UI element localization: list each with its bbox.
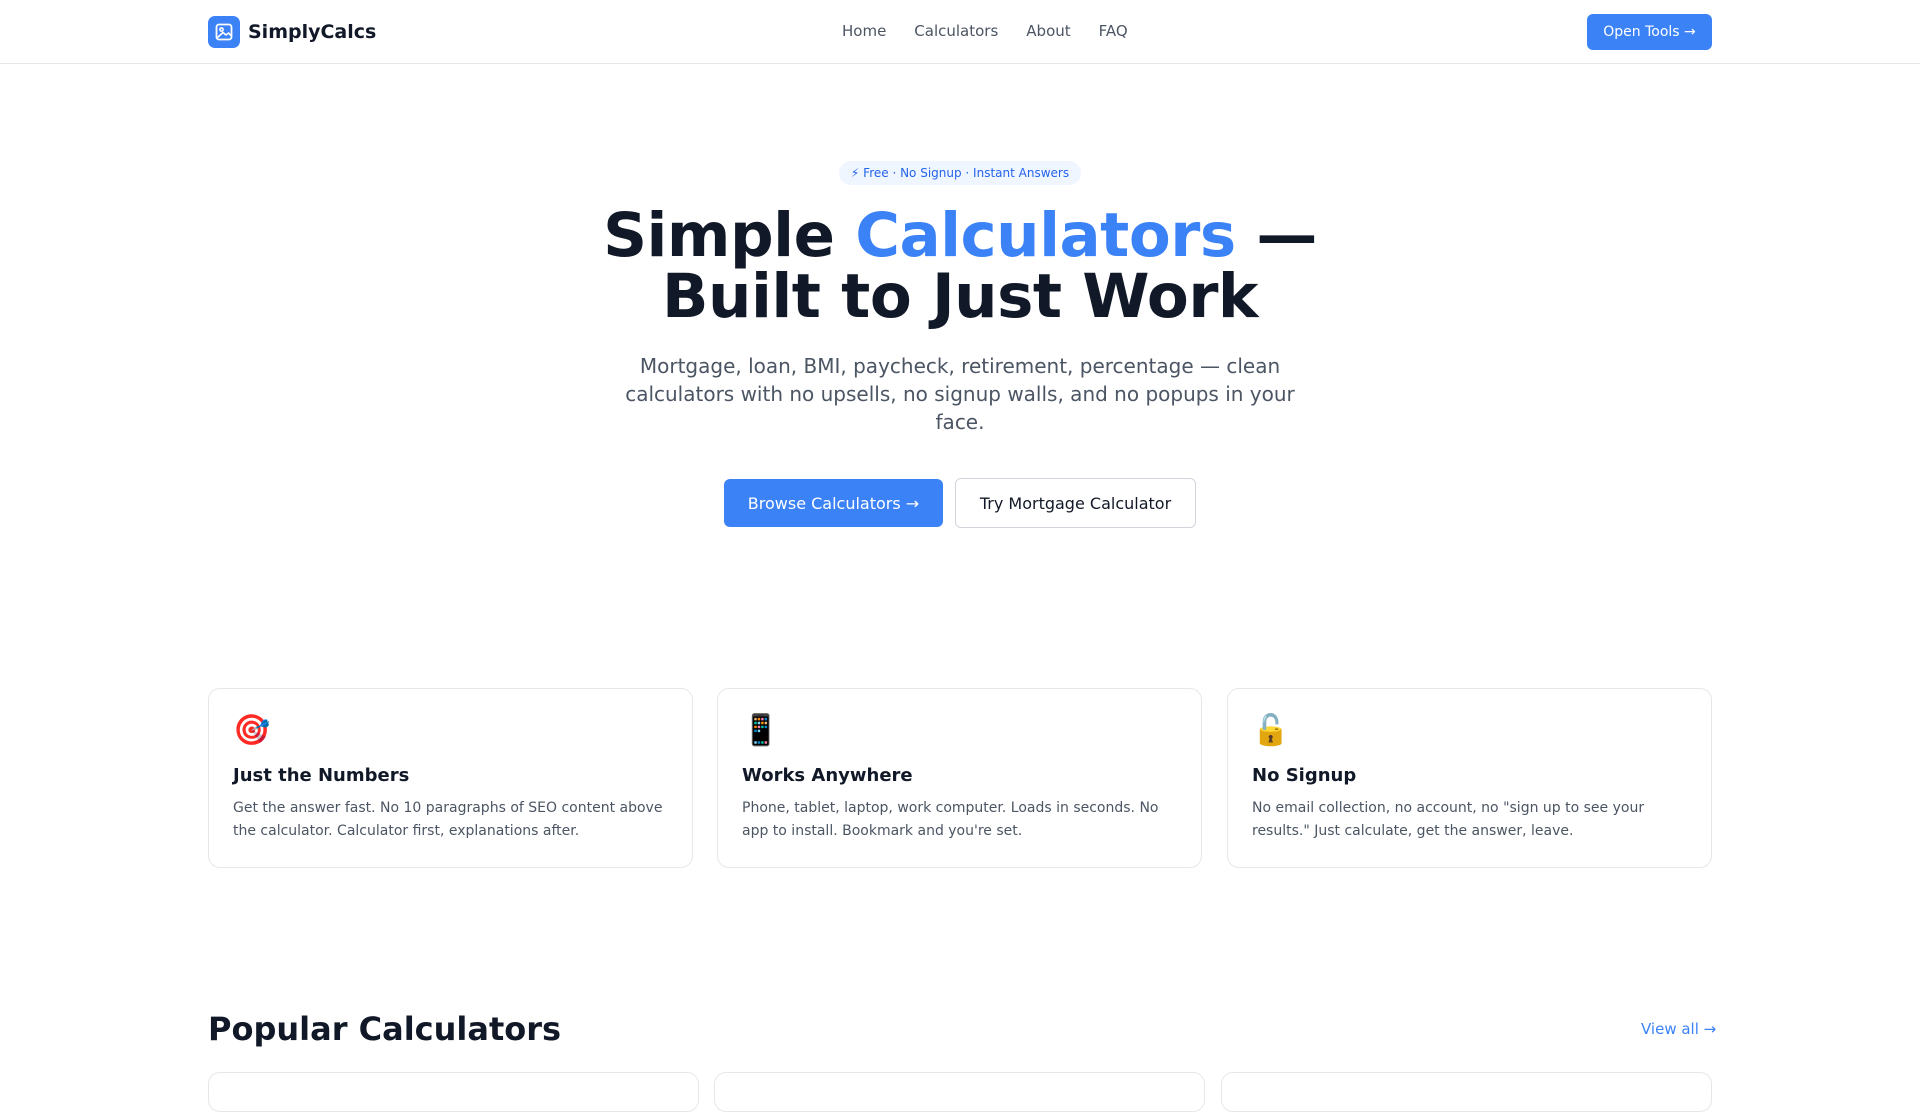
nav-link-calculators[interactable]: Calculators <box>914 22 998 40</box>
calculator-card[interactable] <box>1221 1072 1712 1112</box>
calculator-card[interactable] <box>208 1072 699 1112</box>
feature-card-just-the-numbers: 🎯 Just the Numbers Get the answer fast. … <box>208 688 693 868</box>
unlocked-icon: 🔓 <box>1252 713 1290 748</box>
image-icon <box>208 16 240 48</box>
try-mortgage-calculator-button[interactable]: Try Mortgage Calculator <box>955 478 1196 528</box>
target-icon: 🎯 <box>233 713 271 748</box>
feature-title: Works Anywhere <box>742 765 913 786</box>
brand-name: SimplyCalcs <box>248 21 377 43</box>
nav-link-about[interactable]: About <box>1026 22 1070 40</box>
hero-title: Simple Calculators — Built to Just Work <box>560 205 1360 327</box>
open-tools-button[interactable]: Open Tools → <box>1587 14 1712 50</box>
feature-card-works-anywhere: 📱 Works Anywhere Phone, tablet, laptop, … <box>717 688 1202 868</box>
hero-subtitle: Mortgage, loan, BMI, paycheck, retiremen… <box>625 354 1295 434</box>
brand[interactable]: SimplyCalcs <box>208 16 376 48</box>
nav-link-home[interactable]: Home <box>842 22 886 40</box>
hero-badge: ⚡ Free · No Signup · Instant Answers <box>839 161 1081 185</box>
view-all-link[interactable]: View all → <box>1641 1020 1716 1038</box>
mobile-phone-icon: 📱 <box>742 713 780 748</box>
nav-link-faq[interactable]: FAQ <box>1099 22 1128 40</box>
browse-calculators-button[interactable]: Browse Calculators → <box>724 479 943 527</box>
top-navbar: SimplyCalcs Home Calculators About FAQ O… <box>0 0 1920 64</box>
feature-description: No email collection, no account, no "sig… <box>1252 800 1645 839</box>
feature-description: Get the answer fast. No 10 paragraphs of… <box>233 800 663 839</box>
feature-title: No Signup <box>1252 765 1357 786</box>
hero-title-line2: Built to Just Work <box>662 261 1258 332</box>
calculator-card[interactable] <box>714 1072 1205 1112</box>
popular-calculators-heading: Popular Calculators <box>208 1010 562 1048</box>
feature-card-no-signup: 🔓 No Signup No email collection, no acco… <box>1227 688 1712 868</box>
main-nav: Home Calculators About FAQ <box>842 22 1128 40</box>
feature-description: Phone, tablet, laptop, work computer. Lo… <box>742 800 1159 839</box>
feature-title: Just the Numbers <box>233 765 410 786</box>
